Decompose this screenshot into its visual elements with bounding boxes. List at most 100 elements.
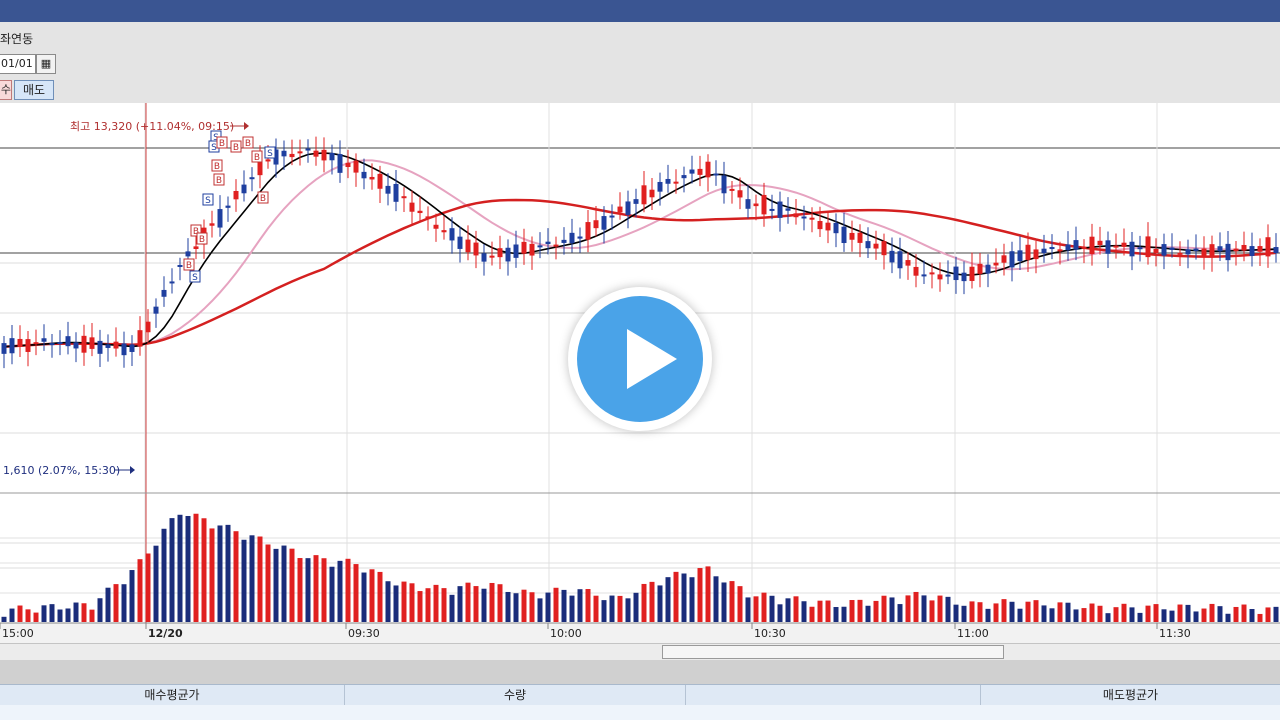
candle-body [1249,246,1255,256]
volume-bar [153,545,159,622]
buy-marker: B [216,136,228,149]
candle-body [1105,240,1111,254]
volume-bar [409,583,415,622]
volume-bar [553,587,559,622]
volume-bar [185,515,191,622]
candle-body [209,223,215,226]
volume-bar [145,553,151,622]
calendar-icon[interactable]: ▦ [36,54,56,74]
candle-body [745,199,751,209]
window-titlebar [0,0,1280,22]
volume-bar [809,606,815,622]
toolbar-date: 01/01 ▦ [0,52,1280,79]
volume-bar [369,569,375,622]
candle-body [393,183,399,202]
x-tick-label: 09:30 [348,627,380,640]
volume-bar [729,581,735,622]
volume-bar [777,604,783,622]
candle-body [513,244,519,258]
volume-bar [793,596,799,622]
marker-label: B [260,194,266,204]
candle-body [889,250,895,263]
low-arrow-head [130,466,135,474]
volume-bar [385,581,391,622]
candle-body [305,148,311,151]
volume-bar [585,589,591,622]
volume-bar [937,595,943,622]
volume-bar [281,545,287,622]
volume-bar [209,528,215,622]
volume-bar [313,555,319,622]
candle-body [337,154,343,173]
volume-bar [681,573,687,622]
marker-label: B [233,143,239,153]
play-button[interactable] [568,287,712,431]
marker-label: B [245,139,251,149]
volume-bar [657,585,663,622]
volume-bar [161,528,167,622]
candle-body [113,341,119,349]
buy-tab[interactable]: 수 [0,80,12,100]
candle-body [753,203,759,207]
scroll-thumb[interactable] [662,645,1004,659]
candle-body [873,243,879,249]
candle-body [953,266,959,281]
marker-label: S [192,273,198,283]
volume-bar [737,586,743,622]
candle-body [1273,247,1279,254]
marker-label: B [219,139,225,149]
candle-body [353,160,359,173]
volume-bar [49,604,55,622]
chart-scrollbar[interactable] [0,643,1280,660]
volume-bar [1017,608,1023,622]
volume-bar [1137,612,1143,622]
volume-bar [353,564,359,622]
candle-body [89,337,95,349]
volume-bar [481,588,487,622]
candle-body [433,224,439,229]
marker-label: B [199,235,205,245]
candle-body [217,209,223,228]
candle-body [241,184,247,194]
sell-marker: S [189,270,201,283]
volume-bar [521,589,527,622]
volume-bar [201,518,207,622]
volume-bar [329,566,335,622]
candle-body [849,232,855,240]
candle-body [1073,240,1079,250]
candle-body [913,266,919,276]
candle-body [673,181,679,184]
marker-label: S [205,196,211,206]
volume-bar [1009,601,1015,622]
volume-bar [977,602,983,622]
candle-body [177,264,183,267]
volume-bar [345,558,351,622]
x-tick-label: 15:00 [2,627,34,640]
candle-body [1089,236,1095,255]
sell-tab[interactable]: 매도 [14,80,54,100]
volume-bar [825,600,831,622]
candle-body [633,199,639,204]
volume-bar [1217,606,1223,622]
candle-body [25,339,31,352]
candle-body [81,335,87,353]
candle-body [897,251,903,269]
marker-label: S [267,149,273,159]
candle-body [1201,248,1207,258]
candle-body [521,241,527,254]
date-input[interactable]: 01/01 [0,54,36,74]
candle-body [121,343,127,356]
volume-bar [641,583,647,622]
volume-bar [1249,609,1255,622]
candle-body [545,241,551,245]
volume-bar [1065,602,1071,622]
volume-bar [537,598,543,622]
volume-bar [617,595,623,622]
candle-body [929,272,935,275]
candle-body [249,177,255,180]
volume-bar [249,535,255,622]
account-link-label: 좌연동 [0,32,34,46]
candle-body [193,246,199,249]
volume-bar [625,598,631,622]
buy-marker: B [211,159,223,172]
